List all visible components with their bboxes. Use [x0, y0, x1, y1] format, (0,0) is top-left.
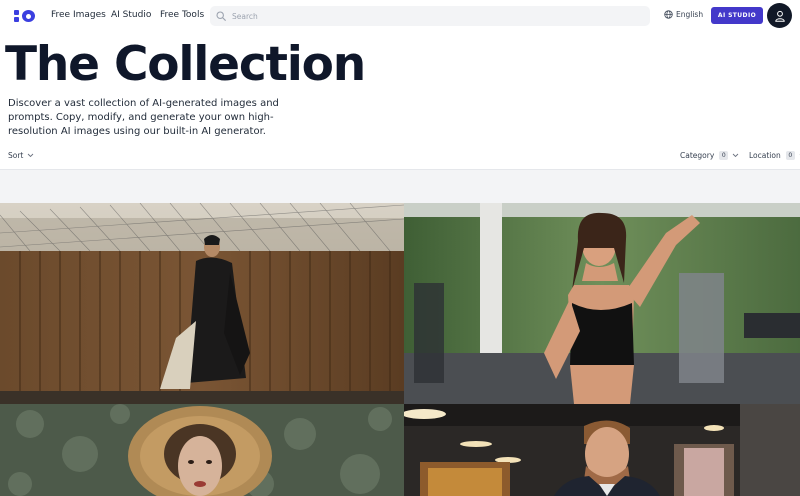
nav-link-free-tools[interactable]: Free Tools — [160, 10, 204, 20]
globe-icon — [664, 10, 673, 19]
gallery-top-spacer — [0, 170, 800, 203]
search-input[interactable] — [232, 11, 632, 21]
sort-label: Sort — [8, 151, 24, 160]
location-filter[interactable]: Location 0 — [749, 151, 800, 160]
logo-icon[interactable] — [14, 9, 36, 23]
gallery-image-woman-in-straw-hat[interactable] — [0, 404, 404, 496]
page-subtitle: Discover a vast collection of AI-generat… — [8, 98, 279, 137]
category-filter[interactable]: Category 0 — [680, 151, 739, 160]
page-title: The Collection — [5, 37, 366, 92]
location-count-badge: 0 — [785, 151, 795, 160]
nav-link-ai-studio[interactable]: AI Studio — [111, 10, 151, 20]
search-icon — [216, 11, 226, 21]
user-avatar-button[interactable] — [767, 3, 792, 28]
top-navigation: Free Images AI Studio Free Tools English… — [0, 0, 800, 32]
gallery-image-woman-in-gym[interactable] — [404, 203, 800, 404]
chevron-down-icon — [28, 153, 34, 158]
user-icon — [774, 10, 785, 22]
language-label: English — [676, 10, 704, 19]
category-label: Category — [680, 151, 715, 160]
ai-studio-button[interactable]: AI STUDIO — [711, 7, 763, 24]
category-count-badge: 0 — [719, 151, 729, 160]
nav-link-free-images[interactable]: Free Images — [51, 10, 106, 20]
language-selector[interactable]: English — [664, 10, 703, 19]
chevron-down-icon — [732, 153, 739, 158]
gallery-image-man-by-fence[interactable] — [0, 203, 404, 404]
location-label: Location — [749, 151, 781, 160]
gallery-image-man-in-office[interactable] — [404, 404, 800, 496]
search-bar[interactable] — [210, 6, 650, 26]
sort-dropdown[interactable]: Sort — [8, 151, 34, 160]
